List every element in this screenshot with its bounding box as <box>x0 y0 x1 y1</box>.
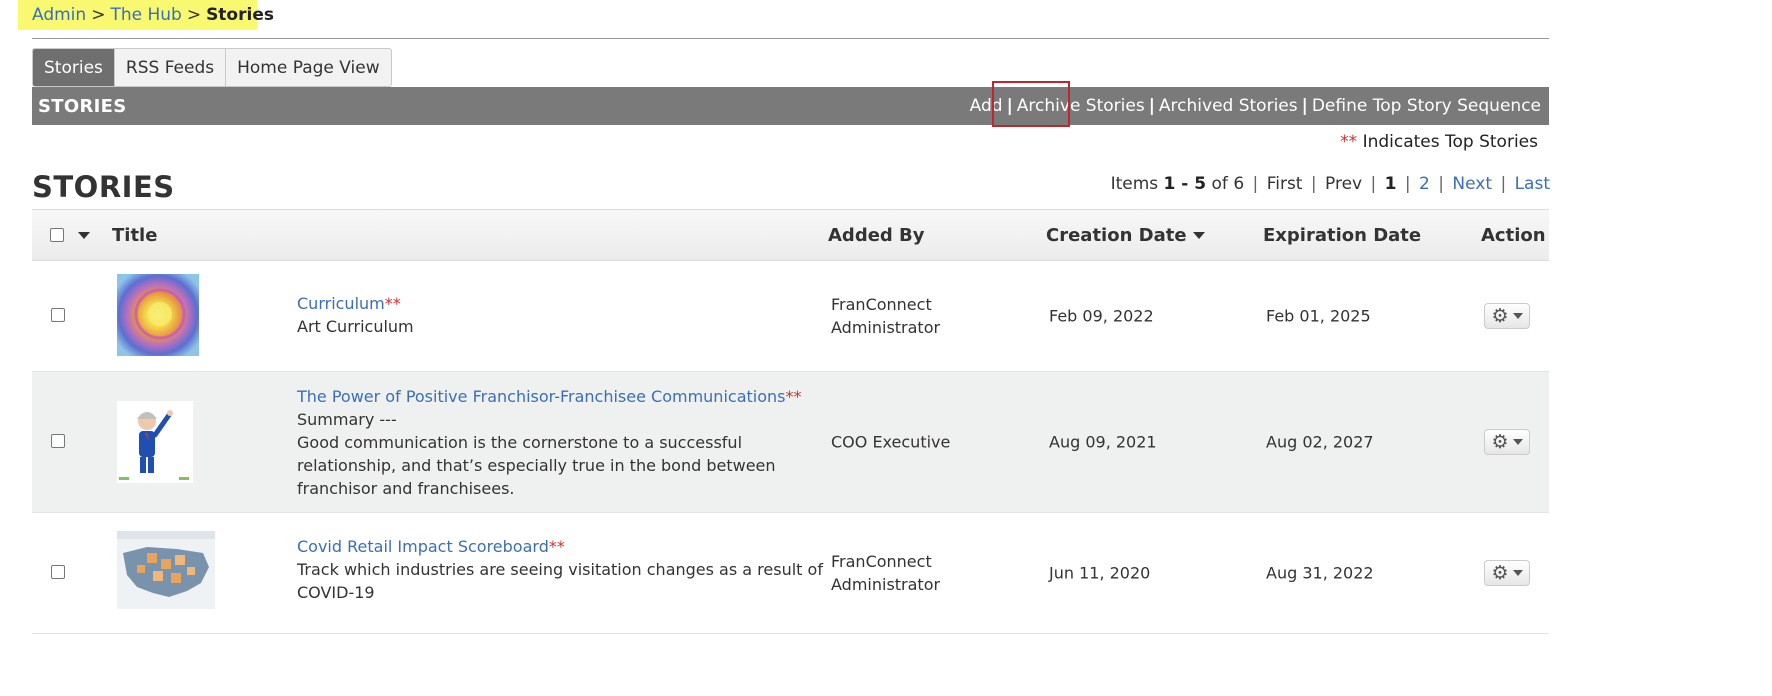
tab-stories[interactable]: Stories <box>33 49 115 86</box>
pager-first: First <box>1266 174 1303 194</box>
action-menu-button[interactable]: ⚙ <box>1484 429 1530 455</box>
add-highlight-box <box>992 81 1070 127</box>
creation-date: Jun 11, 2020 <box>1049 563 1151 583</box>
story-description: COVID-19 <box>297 583 375 602</box>
story-description: Good communication is the cornerstone to… <box>297 433 743 452</box>
chevron-down-icon <box>1512 439 1523 445</box>
top-story-marker: ** <box>1340 132 1358 152</box>
top-stories-legend: ** Indicates Top Stories <box>1340 132 1538 152</box>
added-by-line: COO Executive <box>831 432 951 452</box>
breadcrumb-admin[interactable]: Admin <box>32 5 86 25</box>
select-all-control <box>50 210 90 260</box>
story-title-link[interactable]: The Power of Positive Franchisor-Franchi… <box>297 387 785 406</box>
story-thumbnail <box>117 531 215 613</box>
row-checkbox[interactable] <box>51 308 65 322</box>
chevron-down-icon <box>1512 570 1523 576</box>
added-by-line: FranConnect <box>831 295 932 314</box>
creation-date: Feb 09, 2022 <box>1049 306 1154 326</box>
table-header: Title Added By Creation Date Expiration … <box>32 209 1549 261</box>
stories-table: Title Added By Creation Date Expiration … <box>32 209 1549 634</box>
action-menu-button[interactable]: ⚙ <box>1484 303 1530 329</box>
separator: | <box>1148 96 1155 116</box>
story-text: Curriculum** Art Curriculum <box>297 292 414 338</box>
separator: | <box>1438 174 1445 194</box>
gear-icon: ⚙ <box>1491 304 1509 327</box>
story-description: Track which industries are seeing visita… <box>297 560 823 579</box>
story-description: relationship, and that’s especially true… <box>297 456 776 475</box>
pagination: Items 1 - 5 of 6 | First | Prev | 1 | 2 … <box>1111 174 1550 194</box>
page-title: STORIES <box>32 170 175 204</box>
story-title-link[interactable]: Covid Retail Impact Scoreboard <box>297 537 549 556</box>
pager-current-page: 1 <box>1384 174 1397 194</box>
col-creation-date-label: Creation Date <box>1046 224 1187 246</box>
breadcrumb: Admin > The Hub > Stories <box>18 0 274 30</box>
added-by-line: Administrator <box>831 575 941 594</box>
breadcrumb-separator: > <box>186 5 202 25</box>
added-by: FranConnect Administrator <box>831 293 940 339</box>
sort-desc-icon <box>1192 231 1205 239</box>
top-story-marker: ** <box>548 537 565 556</box>
expiration-date: Feb 01, 2025 <box>1266 306 1371 326</box>
toolbar-title: STORIES <box>38 95 127 117</box>
separator: | <box>1370 174 1377 194</box>
pager-prev: Prev <box>1325 174 1363 194</box>
items-label: Items <box>1110 174 1159 194</box>
items-range: 1 - 5 <box>1163 174 1207 194</box>
added-by-line: FranConnect <box>831 552 932 571</box>
added-by: COO Executive <box>831 431 950 454</box>
tab-bar: Stories RSS Feeds Home Page View <box>32 48 392 87</box>
divider <box>32 38 1549 39</box>
pager-last[interactable]: Last <box>1515 174 1550 194</box>
story-description: Art Curriculum <box>297 317 414 336</box>
added-by: FranConnect Administrator <box>831 550 940 596</box>
added-by-line: Administrator <box>831 318 941 337</box>
expiration-date: Aug 31, 2022 <box>1266 563 1374 583</box>
story-thumbnail <box>117 274 199 360</box>
gear-icon: ⚙ <box>1491 561 1509 584</box>
row-checkbox[interactable] <box>51 434 65 448</box>
separator: | <box>1301 96 1308 116</box>
pager-next[interactable]: Next <box>1452 174 1492 194</box>
story-text: Covid Retail Impact Scoreboard** Track w… <box>297 535 823 604</box>
table-row: Curriculum** Art Curriculum FranConnect … <box>32 261 1549 372</box>
row-checkbox[interactable] <box>51 565 65 579</box>
separator: | <box>1310 174 1317 194</box>
breadcrumb-current: Stories <box>206 5 274 25</box>
breadcrumb-separator: > <box>91 5 106 25</box>
col-title[interactable]: Title <box>112 210 157 260</box>
separator: | <box>1252 174 1259 194</box>
stories-toolbar: STORIES Add | Archive Stories | Archived… <box>32 87 1549 125</box>
separator: | <box>1500 174 1507 194</box>
separator: | <box>1404 174 1411 194</box>
gear-icon: ⚙ <box>1491 430 1509 453</box>
story-title-link[interactable]: Curriculum <box>297 294 385 313</box>
col-added-by[interactable]: Added By <box>828 210 925 260</box>
col-creation-date[interactable]: Creation Date <box>1046 210 1205 260</box>
items-total: 6 <box>1233 174 1245 194</box>
pager-page-2[interactable]: 2 <box>1419 174 1430 194</box>
table-row: The Power of Positive Franchisor-Franchi… <box>32 372 1549 513</box>
story-thumbnail <box>117 401 193 487</box>
story-description: franchisor and franchisees. <box>297 479 515 498</box>
story-text: The Power of Positive Franchisor-Franchi… <box>297 385 801 500</box>
define-top-story-sequence-link[interactable]: Define Top Story Sequence <box>1310 96 1543 116</box>
col-expiration-date[interactable]: Expiration Date <box>1263 210 1421 260</box>
archived-stories-link[interactable]: Archived Stories <box>1157 96 1300 116</box>
tab-rss-feeds[interactable]: RSS Feeds <box>115 49 227 86</box>
col-action: Action <box>1481 224 1546 246</box>
legend-text: Indicates Top Stories <box>1362 132 1538 152</box>
expiration-date: Aug 02, 2027 <box>1266 432 1374 452</box>
story-description: Summary --- <box>297 410 397 429</box>
chevron-down-icon <box>1512 313 1523 319</box>
creation-date: Aug 09, 2021 <box>1049 432 1157 452</box>
chevron-down-icon[interactable] <box>78 231 90 239</box>
top-story-marker: ** <box>384 294 401 313</box>
breadcrumb-the-hub[interactable]: The Hub <box>110 5 181 25</box>
table-row: Covid Retail Impact Scoreboard** Track w… <box>32 513 1549 634</box>
select-all-checkbox[interactable] <box>50 228 64 242</box>
action-menu-button[interactable]: ⚙ <box>1484 560 1530 586</box>
top-story-marker: ** <box>785 387 802 406</box>
tab-home-page-view[interactable]: Home Page View <box>226 49 391 86</box>
of-label: of <box>1211 174 1228 194</box>
